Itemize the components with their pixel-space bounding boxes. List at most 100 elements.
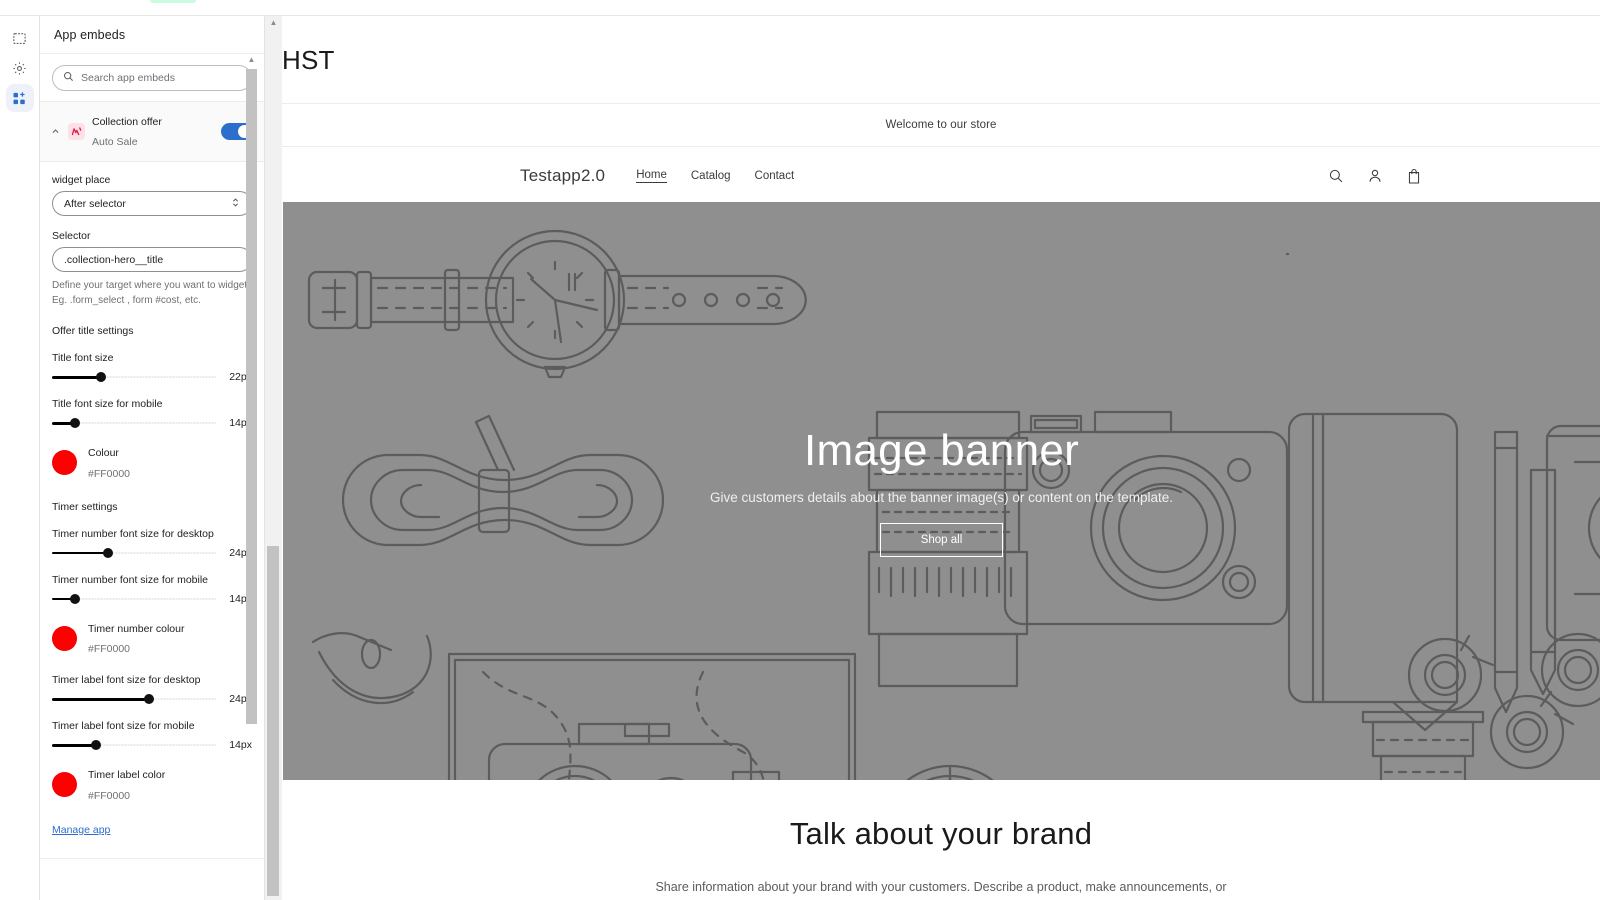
timer-number-colour-row[interactable]: Timer number colour #FF0000 xyxy=(52,618,252,660)
banner-copy: Image banner Give customers details abou… xyxy=(283,202,1600,780)
brand-section-heading: Talk about your brand xyxy=(789,816,1093,851)
editor-icon-rail xyxy=(0,16,40,900)
panel-scrollbar[interactable]: ▲ xyxy=(245,54,258,900)
offer-title-colour-texts: Colour #FF0000 xyxy=(88,442,130,484)
search-wrap: Search app embeds xyxy=(40,54,264,101)
timer-number-desktop-label: Timer number font size for desktop xyxy=(52,527,214,540)
slider-knob[interactable] xyxy=(69,418,80,428)
page-scrollbar[interactable]: ▲ xyxy=(265,16,282,900)
slider-knob[interactable] xyxy=(102,547,113,558)
timer-label-colour-row[interactable]: Timer label color #FF0000 xyxy=(52,764,252,806)
selector-value: .collection-hero__title xyxy=(64,253,164,266)
page-scroll-up-arrow-icon[interactable]: ▲ xyxy=(265,18,282,27)
image-banner: Image banner Give customers details abou… xyxy=(283,202,1600,780)
timer-number-colour-swatch[interactable] xyxy=(52,625,77,651)
nav-link-home[interactable]: Home xyxy=(636,169,667,183)
panel-scrollbar-thumb[interactable] xyxy=(246,69,257,724)
offer-title-colour-swatch[interactable] xyxy=(52,450,77,476)
timer-number-mobile-label: Timer number font size for mobile xyxy=(52,573,208,586)
search-placeholder: Search app embeds xyxy=(81,72,175,84)
banner-heading: Image banner xyxy=(803,425,1080,475)
timer-label-desktop-slider[interactable] xyxy=(52,693,216,705)
title-font-size-mobile-slider-row: 14px xyxy=(52,417,252,429)
search-icon[interactable] xyxy=(1328,168,1344,184)
shop-all-button[interactable]: Shop all xyxy=(879,522,1004,557)
search-input[interactable]: Search app embeds xyxy=(52,65,252,91)
app-embed-subtitle: Auto Sale xyxy=(92,136,138,148)
timer-label-colour-swatch[interactable] xyxy=(52,772,77,798)
store-header: Testapp2.0 Home Catalog Contact xyxy=(282,147,1600,205)
offer-title-colour-row[interactable]: Colour #FF0000 xyxy=(52,442,252,484)
timer-number-colour-label: Timer number colour xyxy=(88,622,185,635)
page-scrollbar-thumb[interactable] xyxy=(267,546,279,896)
slider-fill xyxy=(52,744,97,747)
store-header-icons xyxy=(1328,168,1422,185)
store-brand[interactable]: Testapp2.0 xyxy=(520,166,605,186)
store-nav: Home Catalog Contact xyxy=(636,169,794,183)
cart-icon[interactable] xyxy=(1406,168,1422,185)
nav-link-catalog[interactable]: Catalog xyxy=(691,170,731,182)
offer-title-settings-heading: Offer title settings xyxy=(52,325,134,337)
select-chevron-icon xyxy=(231,196,240,212)
slider-knob[interactable] xyxy=(96,372,107,382)
top-sliver xyxy=(0,0,1600,16)
app-embeds-icon[interactable] xyxy=(5,84,34,112)
timer-settings-heading: Timer settings xyxy=(52,500,118,513)
panel-footer-divider xyxy=(40,857,264,859)
widget-place-select[interactable]: After selector xyxy=(52,191,252,216)
selector-helper-text: Define your target where you want to wid… xyxy=(52,280,250,306)
app-embed-row[interactable]: Collection offer Auto Sale xyxy=(40,101,264,162)
timer-number-desktop-slider[interactable] xyxy=(52,547,216,559)
title-font-size-slider[interactable] xyxy=(52,371,216,383)
slider-knob[interactable] xyxy=(143,694,154,705)
manage-app-link[interactable]: Manage app xyxy=(52,824,110,836)
cut-off-title: HST xyxy=(282,45,335,75)
timer-number-desktop-slider-row: 24px xyxy=(52,547,252,559)
title-font-size-slider-row: 22px xyxy=(52,371,252,383)
timer-label-mobile-label: Timer label font size for mobile xyxy=(52,720,195,733)
app-embeds-panel: App embeds Search app embeds Collection … xyxy=(40,16,265,900)
title-font-size-mobile-label: Title font size for mobile xyxy=(52,398,163,410)
announcement-text: Welcome to our store xyxy=(885,119,997,131)
timer-label-colour-label: Timer label color xyxy=(88,769,166,782)
chevron-up-icon[interactable] xyxy=(49,127,61,136)
collection-offer-app-icon xyxy=(68,122,85,140)
nav-link-contact[interactable]: Contact xyxy=(755,170,795,182)
sections-icon[interactable] xyxy=(6,24,34,52)
timer-number-colour-texts: Timer number colour #FF0000 xyxy=(88,618,184,660)
app-embed-title: Collection offer xyxy=(92,116,162,128)
settings-icon[interactable] xyxy=(6,54,34,82)
storefront-preview: HST Welcome to our store Testapp2.0 Home… xyxy=(282,16,1600,900)
settings-fields: widget place After selector Selector .co… xyxy=(40,162,264,858)
search-icon xyxy=(63,69,74,87)
slider-fill xyxy=(52,698,149,701)
brand-section: Talk about your brand Share information … xyxy=(282,780,1600,894)
panel-header: App embeds xyxy=(40,16,264,54)
panel-scroll-area: Search app embeds Collection offer Auto … xyxy=(40,54,264,900)
offer-title-colour-label: Colour xyxy=(88,447,119,459)
scroll-up-arrow-icon[interactable]: ▲ xyxy=(245,55,258,64)
slider-fill xyxy=(52,551,108,555)
widget-place-value: After selector xyxy=(64,197,126,210)
brand-section-paragraph: Share information about your brand with … xyxy=(655,880,1227,894)
theme-editor-app: App embeds Search app embeds Collection … xyxy=(0,0,1600,900)
widget-place-label: widget place xyxy=(52,174,111,186)
banner-subtext: Give customers details about the banner … xyxy=(709,489,1173,505)
timer-label-colour-texts: Timer label color #FF0000 xyxy=(88,764,165,806)
timer-label-desktop-slider-row: 24px xyxy=(52,693,252,705)
slider-knob[interactable] xyxy=(69,593,80,604)
app-embed-texts: Collection offer Auto Sale xyxy=(92,111,214,151)
slider-knob[interactable] xyxy=(91,740,102,751)
selector-input[interactable]: .collection-hero__title xyxy=(52,247,252,272)
green-indicator xyxy=(150,0,196,3)
timer-number-mobile-slider[interactable] xyxy=(52,593,216,605)
timer-label-colour-hex: #FF0000 xyxy=(88,789,131,802)
timer-label-mobile-slider[interactable] xyxy=(52,739,216,751)
timer-label-mobile-slider-row: 14px xyxy=(52,739,252,751)
slider-fill xyxy=(52,376,102,379)
timer-label-desktop-label: Timer label font size for desktop xyxy=(52,674,201,687)
account-icon[interactable] xyxy=(1367,168,1383,184)
timer-number-colour-hex: #FF0000 xyxy=(88,643,131,656)
announcement-bar: Welcome to our store xyxy=(282,104,1600,146)
title-font-size-mobile-slider[interactable] xyxy=(52,417,216,429)
